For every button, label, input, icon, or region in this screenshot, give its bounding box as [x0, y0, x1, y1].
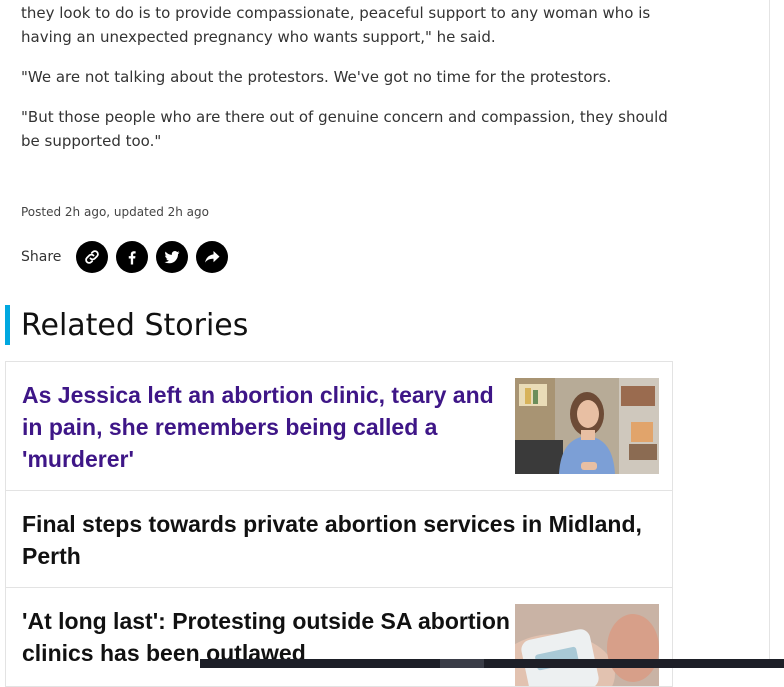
link-icon — [85, 250, 100, 264]
more-share-button[interactable] — [196, 241, 229, 273]
taskbar-item[interactable] — [440, 659, 484, 668]
article-timestamp: Posted 2h ago, updated 2h ago — [21, 205, 209, 219]
copy-link-button[interactable] — [76, 241, 109, 273]
twitter-icon — [164, 251, 180, 264]
share-label: Share — [21, 249, 62, 265]
related-story-card[interactable]: Final steps towards private abortion ser… — [5, 490, 673, 588]
facebook-icon — [129, 251, 137, 265]
article-paragraph: "But those people who are there out of g… — [21, 108, 668, 150]
page-right-border — [769, 0, 770, 668]
story-thumbnail-device[interactable] — [515, 604, 659, 686]
story-thumbnail-woman[interactable] — [515, 378, 659, 474]
article-paragraph: "We are not talking about the protestors… — [21, 68, 612, 86]
taskbar — [200, 659, 784, 668]
facebook-share-button[interactable] — [116, 241, 149, 273]
related-story-card[interactable]: As Jessica left an abortion clinic, tear… — [5, 361, 673, 491]
twitter-share-button[interactable] — [156, 241, 189, 273]
share-arrow-icon — [205, 251, 220, 263]
article-paragraph: they look to do is to provide compassion… — [21, 4, 651, 46]
related-stories-heading: Related Stories — [21, 308, 249, 343]
related-story-card[interactable]: 'At long last': Protesting outside SA ab… — [5, 587, 673, 687]
share-bar: Share — [21, 241, 236, 273]
related-story-title[interactable]: Final steps towards private abortion ser… — [22, 508, 662, 572]
related-story-title[interactable]: As Jessica left an abortion clinic, tear… — [22, 379, 512, 475]
section-accent-bar — [5, 305, 10, 345]
